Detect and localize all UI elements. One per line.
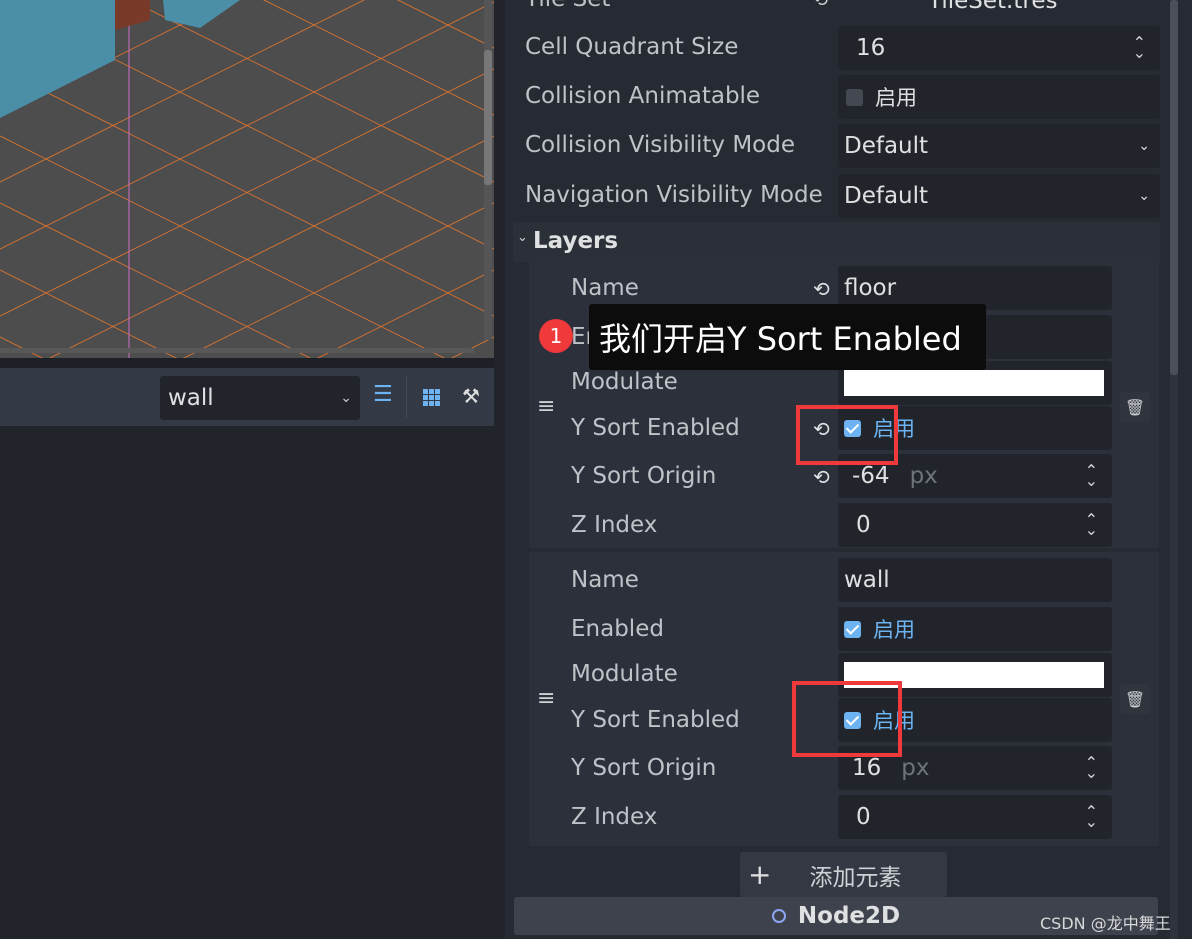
unit-label: px xyxy=(901,755,930,781)
isometric-grid xyxy=(0,0,494,358)
inspector-scrollbar[interactable] xyxy=(1170,0,1178,939)
delete-layer-button[interactable]: 🗑 xyxy=(1120,684,1150,714)
grid-line xyxy=(0,135,446,358)
node2d-label: Node2D xyxy=(797,903,901,929)
tilemap-toolbar: wall ⌄ ☰ ⚒ xyxy=(0,368,494,426)
name-label: Name xyxy=(571,275,639,301)
drag-handle-icon[interactable]: ≡ xyxy=(537,686,555,711)
tile-palette-panel[interactable] xyxy=(0,426,489,939)
chevron-down-icon: ⌄ xyxy=(1138,188,1150,204)
layers-title: Layers xyxy=(533,228,619,254)
chevron-down-icon: ⌄ xyxy=(1138,138,1150,154)
viewport-vscrollbar[interactable] xyxy=(484,0,492,340)
annotation-text: 我们开启Y Sort Enabled xyxy=(599,320,962,358)
tools-icon[interactable]: ⚒ xyxy=(462,384,480,408)
navigation-visibility-label: Navigation Visibility Mode xyxy=(525,182,823,208)
navigation-visibility-select[interactable]: Default ⌄ xyxy=(838,174,1160,218)
checkbox-text: 启用 xyxy=(873,618,915,642)
drag-handle-icon[interactable]: ≡ xyxy=(537,394,555,419)
watermark: CSDN @龙中舞王 xyxy=(1040,914,1171,933)
y-sort-enabled-label: Y Sort Enabled xyxy=(571,415,740,441)
add-element-button[interactable]: + 添加元素 xyxy=(740,852,947,897)
y-sort-origin-value: -64 xyxy=(852,463,890,489)
y-sort-origin-label: Y Sort Origin xyxy=(571,463,717,489)
z-index-label: Z Index xyxy=(571,804,658,830)
checkbox-text: 启用 xyxy=(875,86,917,110)
z-index-field[interactable]: 0 ⌃ ⌄ xyxy=(838,503,1112,547)
spinner-icon[interactable]: ⌃ ⌄ xyxy=(1085,512,1098,538)
z-index-label: Z Index xyxy=(571,512,658,538)
grid-line xyxy=(182,202,494,358)
highlight-box-wall-ysort xyxy=(792,681,902,757)
plus-icon: + xyxy=(748,858,772,891)
add-element-label: 添加元素 xyxy=(809,864,902,891)
revert-icon[interactable]: ⟲ xyxy=(813,0,828,11)
layer-select[interactable]: wall ⌄ xyxy=(160,376,360,420)
tileset-field[interactable]: TileSet.tres xyxy=(838,0,1158,16)
viewport-hscrollbar[interactable] xyxy=(0,348,474,353)
trash-icon: 🗑 xyxy=(1124,397,1146,417)
collision-animatable-checkbox[interactable]: 启用 xyxy=(838,75,1160,119)
spinner-icon[interactable]: ⌃ ⌄ xyxy=(1085,755,1098,781)
enabled-checkbox[interactable]: 启用 xyxy=(838,607,1112,651)
layers-section-header[interactable]: ⌄ Layers xyxy=(513,222,1160,262)
layer-name-field[interactable]: wall xyxy=(838,558,1112,602)
tilemap-viewport[interactable] xyxy=(0,0,494,358)
unit-label: px xyxy=(909,463,938,489)
select-value: Default xyxy=(844,133,929,159)
toolbar-separator xyxy=(406,376,407,418)
revert-icon[interactable]: ⟲ xyxy=(813,465,830,489)
grid-icon[interactable] xyxy=(422,388,440,406)
inspector-panel: Tile Set ⟲ TileSet.tres Cell Quadrant Si… xyxy=(505,0,1192,939)
panel-divider xyxy=(0,358,494,368)
y-sort-origin-value: 16 xyxy=(852,755,882,781)
cell-quadrant-size-label: Cell Quadrant Size xyxy=(525,34,739,60)
layer-list-icon[interactable]: ☰ xyxy=(373,382,393,407)
cell-quadrant-size-field[interactable]: 16 ⌃ ⌄ xyxy=(838,26,1160,70)
z-index-value: 0 xyxy=(856,804,871,830)
grid-line xyxy=(0,269,178,358)
collision-visibility-select[interactable]: Default ⌄ xyxy=(838,124,1160,168)
tileset-value: TileSet.tres xyxy=(928,0,1058,14)
chevron-down-icon: ⌄ xyxy=(517,230,528,245)
grid-line xyxy=(0,202,312,358)
y-sort-origin-label: Y Sort Origin xyxy=(571,755,717,781)
enabled-label: Enabled xyxy=(571,616,664,642)
collision-visibility-label: Collision Visibility Mode xyxy=(525,132,796,158)
trash-icon: 🗑 xyxy=(1124,689,1146,709)
highlight-box-floor-ysort xyxy=(796,405,898,465)
annotation-callout: 我们开启Y Sort Enabled xyxy=(589,304,986,370)
chevron-down-icon: ⌄ xyxy=(340,390,352,406)
name-label: Name xyxy=(571,567,639,593)
collision-animatable-label: Collision Animatable xyxy=(525,83,761,109)
grid-line xyxy=(316,269,494,358)
select-value: Default xyxy=(844,183,929,209)
spinner-icon[interactable]: ⌃ ⌄ xyxy=(1085,463,1098,489)
modulate-color-swatch xyxy=(844,370,1104,396)
checkbox-checked-icon xyxy=(844,620,861,638)
delete-layer-button[interactable]: 🗑 xyxy=(1120,392,1150,422)
spinner-icon[interactable]: ⌃ ⌄ xyxy=(1085,804,1098,830)
z-index-field[interactable]: 0 ⌃ ⌄ xyxy=(838,795,1112,839)
node2d-icon xyxy=(771,909,786,923)
door-tile xyxy=(115,0,150,30)
y-sort-enabled-label: Y Sort Enabled xyxy=(571,707,740,733)
modulate-label: Modulate xyxy=(571,369,678,395)
revert-icon[interactable]: ⟲ xyxy=(813,277,830,301)
tileset-label: Tile Set xyxy=(525,0,610,12)
layer-name-value: floor xyxy=(844,275,897,301)
wall-tiles xyxy=(163,0,240,28)
annotation-badge: 1 xyxy=(539,319,573,353)
cell-quadrant-size-value: 16 xyxy=(856,35,886,61)
checkbox-unchecked-icon xyxy=(846,88,863,106)
grid-line xyxy=(48,135,494,358)
wall-tiles xyxy=(0,0,115,118)
modulate-label: Modulate xyxy=(571,661,678,687)
z-index-value: 0 xyxy=(856,512,871,538)
spinner-icon[interactable]: ⌃ ⌄ xyxy=(1133,35,1146,61)
layer-name-value: wall xyxy=(844,567,890,593)
layer-select-value: wall xyxy=(168,385,214,411)
